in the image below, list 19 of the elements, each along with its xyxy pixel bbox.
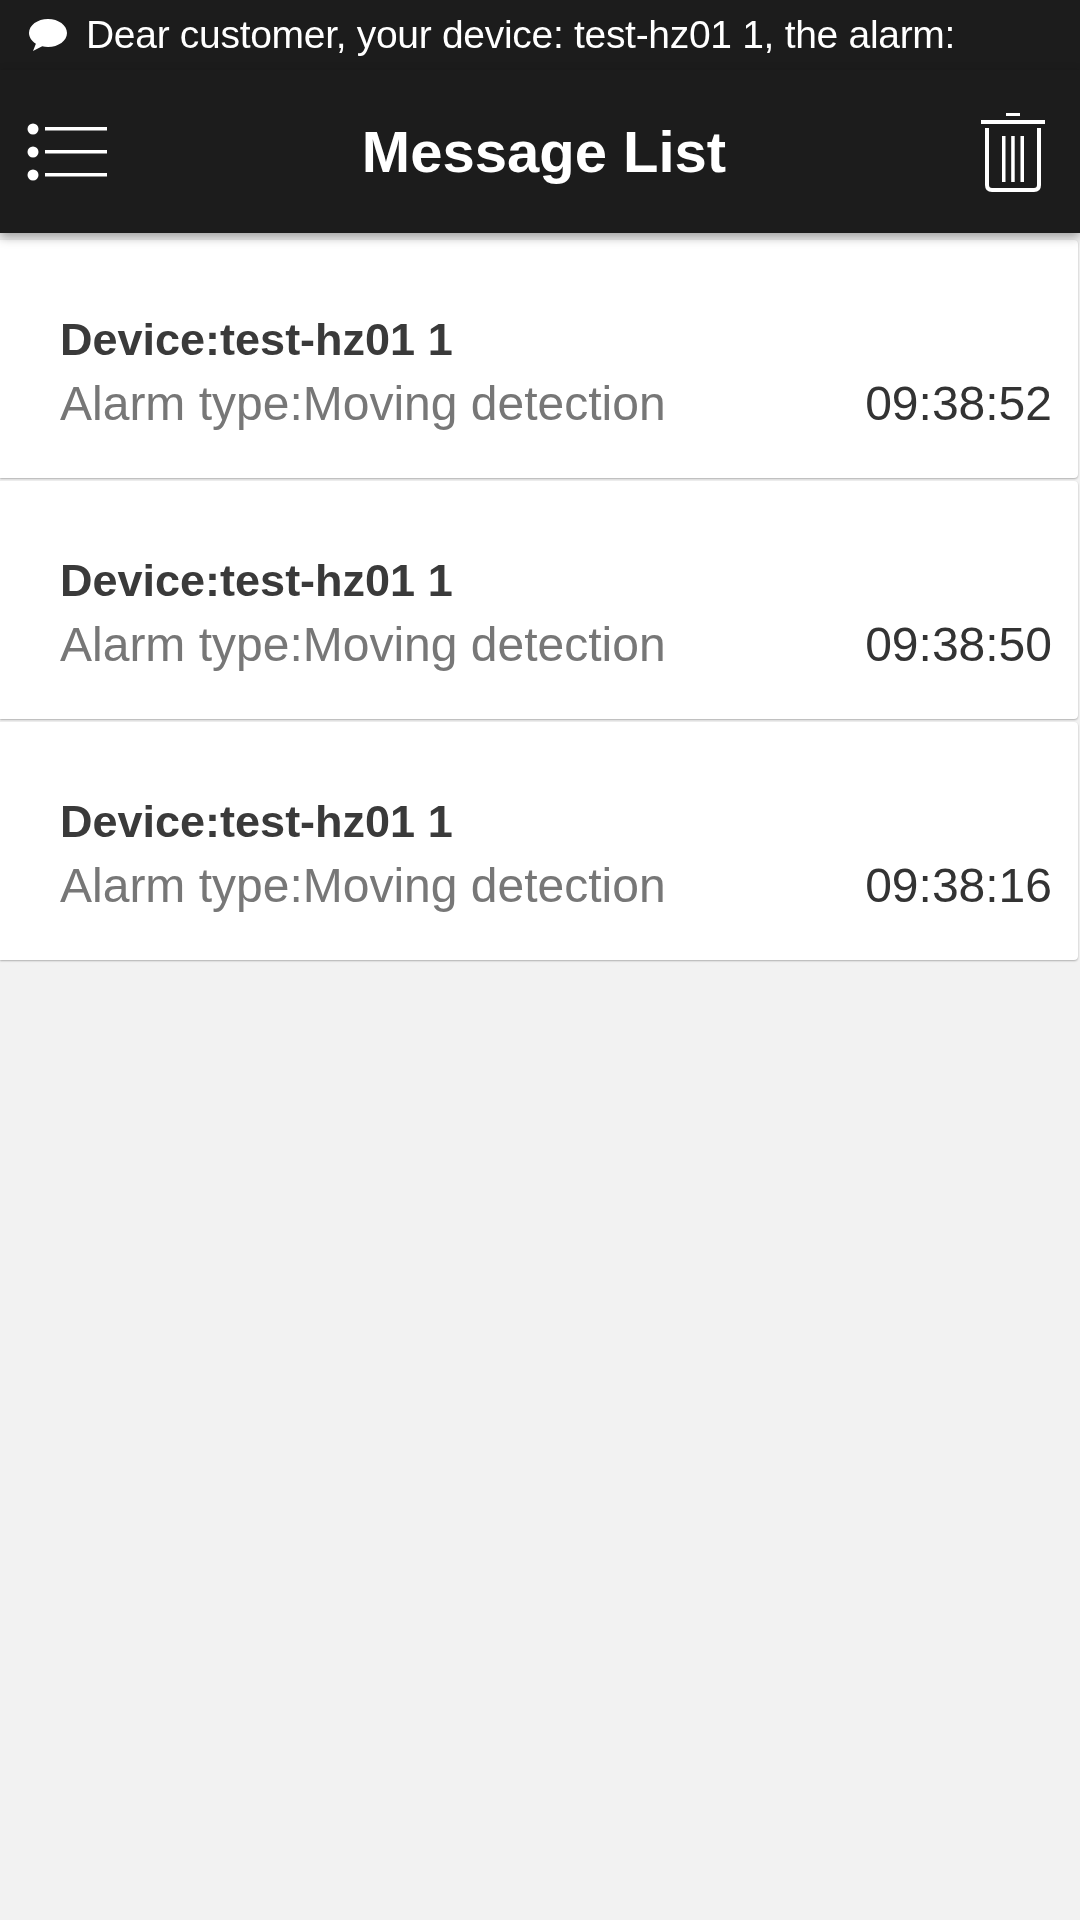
menu-button[interactable] (26, 121, 108, 182)
device-name: Device:test-hz01 1 (60, 555, 454, 607)
message-card[interactable]: Device:test-hz01 1 Alarm type:Moving detection 09:38:52 (0, 240, 1078, 478)
message-card[interactable]: Device:test-hz01 1 Alarm type:Moving detection 09:38:50 (0, 481, 1078, 719)
alarm-type: Alarm type:Moving detection (60, 376, 666, 431)
page-title: Message List (361, 118, 727, 185)
alarm-type: Alarm type:Moving detection (60, 858, 666, 913)
menu-icon (26, 121, 108, 182)
notification-text: Dear customer, your device: test-hz01 1, the alarm: (86, 13, 956, 57)
message-time: 09:38:16 (865, 858, 1052, 913)
device-name: Device:test-hz01 1 (60, 314, 454, 366)
trash-icon (980, 111, 1046, 192)
message-time: 09:38:52 (865, 376, 1052, 431)
delete-button[interactable] (980, 111, 1046, 192)
device-name: Device:test-hz01 1 (60, 796, 454, 848)
chat-bubble-icon (28, 18, 68, 52)
message-card[interactable]: Device:test-hz01 1 Alarm type:Moving detection 09:38:16 (0, 722, 1078, 960)
alarm-type: Alarm type:Moving detection (60, 617, 666, 672)
message-time: 09:38:50 (865, 617, 1052, 672)
